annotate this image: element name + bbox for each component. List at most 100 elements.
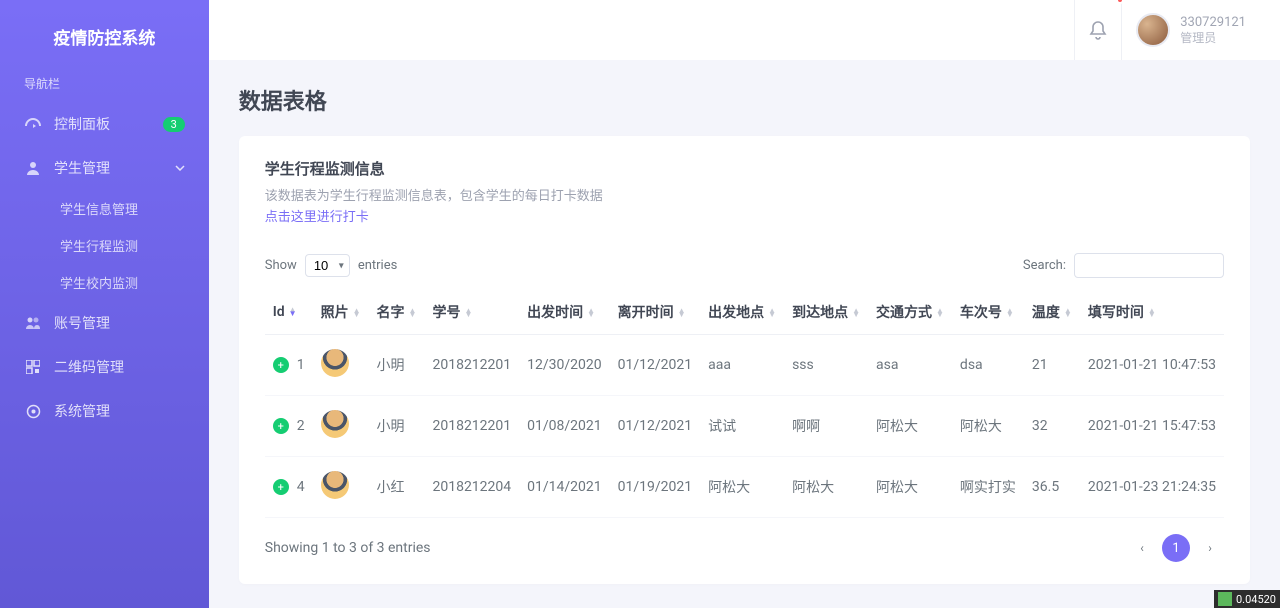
column-header[interactable]: 出发地点▲▼ bbox=[700, 290, 784, 335]
student-submenu: 学生信息管理 学生行程监测 学生校内监测 bbox=[0, 190, 209, 301]
column-header[interactable]: 离开时间▲▼ bbox=[610, 290, 701, 335]
pagination: ‹ 1 › bbox=[1128, 534, 1224, 562]
card-title: 学生行程监测信息 bbox=[265, 158, 1224, 179]
cell-trans: 阿松大 bbox=[868, 457, 952, 518]
cell-name: 小明 bbox=[369, 335, 425, 396]
user-role: 管理员 bbox=[1180, 31, 1246, 45]
sort-icon: ▲▼ bbox=[464, 309, 472, 317]
sort-icon: ▲▼ bbox=[852, 309, 860, 317]
card-subtitle: 该数据表为学生行程监测信息表，包含学生的每日打卡数据 bbox=[265, 185, 1224, 204]
sub-item-student-travel[interactable]: 学生行程监测 bbox=[36, 227, 209, 264]
cell-to: 阿松大 bbox=[784, 457, 868, 518]
column-header[interactable]: 到达地点▲▼ bbox=[784, 290, 868, 335]
page-prev[interactable]: ‹ bbox=[1128, 534, 1156, 562]
cell-time: 2021-01-23 21:24:35 bbox=[1080, 457, 1224, 518]
data-table: Id▲▼照片▲▼名字▲▼学号▲▼出发时间▲▼离开时间▲▼出发地点▲▼到达地点▲▼… bbox=[265, 290, 1224, 518]
column-header[interactable]: 学号▲▼ bbox=[424, 290, 519, 335]
sidebar-item-student[interactable]: 学生管理 bbox=[0, 146, 209, 190]
sort-icon: ▲▼ bbox=[1064, 309, 1072, 317]
page-number[interactable]: 1 bbox=[1162, 534, 1190, 562]
sub-item-student-info[interactable]: 学生信息管理 bbox=[36, 190, 209, 227]
student-photo bbox=[321, 471, 349, 499]
badge: 3 bbox=[163, 117, 185, 132]
column-header[interactable]: 交通方式▲▼ bbox=[868, 290, 952, 335]
page-title: 数据表格 bbox=[239, 84, 1250, 116]
cell-temp: 21 bbox=[1024, 335, 1080, 396]
table-row: +2小明201821220101/08/202101/12/2021试试啊啊阿松… bbox=[265, 396, 1224, 457]
bell-icon bbox=[1089, 20, 1107, 40]
perf-value: 0.04520 bbox=[1236, 593, 1276, 606]
cell-id: +4 bbox=[265, 457, 313, 518]
notifications-button[interactable] bbox=[1074, 0, 1121, 60]
cell-depart: 01/08/2021 bbox=[519, 396, 610, 457]
search-input[interactable] bbox=[1074, 253, 1224, 278]
cell-sid: 2018212201 bbox=[424, 335, 519, 396]
cell-depart: 01/14/2021 bbox=[519, 457, 610, 518]
column-header[interactable]: 照片▲▼ bbox=[313, 290, 369, 335]
sort-icon: ▲▼ bbox=[936, 309, 944, 317]
cell-sid: 2018212201 bbox=[424, 396, 519, 457]
expand-button[interactable]: + bbox=[273, 418, 289, 434]
sort-icon: ▲▼ bbox=[409, 309, 417, 317]
cell-time: 2021-01-21 15:47:53 bbox=[1080, 396, 1224, 457]
topbar: 330729121 管理员 bbox=[209, 0, 1280, 60]
brand: 疫情防控系统 bbox=[0, 0, 209, 69]
sidebar: 疫情防控系统 导航栏 控制面板 3 学生管理 学生信息管理 学生行程监测 学生校… bbox=[0, 0, 209, 608]
sidebar-item-account[interactable]: 账号管理 bbox=[0, 301, 209, 345]
cell-trans: 阿松大 bbox=[868, 396, 952, 457]
entries-select[interactable]: 10 bbox=[305, 254, 350, 277]
checkin-link[interactable]: 点击这里进行打卡 bbox=[265, 210, 369, 225]
gear-icon bbox=[24, 404, 42, 419]
cell-to: 啊啊 bbox=[784, 396, 868, 457]
cell-photo bbox=[313, 335, 369, 396]
sidebar-item-qrcode[interactable]: 二维码管理 bbox=[0, 345, 209, 389]
cell-photo bbox=[313, 396, 369, 457]
entries-label: entries bbox=[358, 258, 398, 273]
dashboard-icon bbox=[24, 118, 42, 130]
sidebar-item-label: 学生管理 bbox=[54, 158, 110, 178]
sidebar-item-label: 账号管理 bbox=[54, 313, 110, 333]
column-header[interactable]: 填写时间▲▼ bbox=[1080, 290, 1224, 335]
sidebar-item-label: 系统管理 bbox=[54, 401, 110, 421]
cell-id: +2 bbox=[265, 396, 313, 457]
column-header[interactable]: 出发时间▲▼ bbox=[519, 290, 610, 335]
cell-leave: 01/12/2021 bbox=[610, 396, 701, 457]
sort-icon: ▲▼ bbox=[1148, 309, 1156, 317]
chevron-down-icon bbox=[175, 165, 185, 171]
nav-section-label: 导航栏 bbox=[0, 69, 209, 102]
student-photo bbox=[321, 410, 349, 438]
cell-train: 阿松大 bbox=[952, 396, 1024, 457]
cell-time: 2021-01-21 10:47:53 bbox=[1080, 335, 1224, 396]
expand-button[interactable]: + bbox=[273, 479, 289, 495]
cell-temp: 32 bbox=[1024, 396, 1080, 457]
column-header[interactable]: 名字▲▼ bbox=[369, 290, 425, 335]
sub-item-student-campus[interactable]: 学生校内监测 bbox=[36, 264, 209, 301]
cell-from: aaa bbox=[700, 335, 784, 396]
table-row: +1小明201821220112/30/202001/12/2021aaasss… bbox=[265, 335, 1224, 396]
sidebar-item-dashboard[interactable]: 控制面板 3 bbox=[0, 102, 209, 146]
cell-leave: 01/12/2021 bbox=[610, 335, 701, 396]
cell-photo bbox=[313, 457, 369, 518]
sort-icon: ▲▼ bbox=[353, 309, 361, 317]
cell-train: 啊实打实 bbox=[952, 457, 1024, 518]
sort-icon: ▲▼ bbox=[678, 309, 686, 317]
column-header[interactable]: Id▲▼ bbox=[265, 290, 313, 335]
sidebar-item-system[interactable]: 系统管理 bbox=[0, 389, 209, 433]
cell-leave: 01/19/2021 bbox=[610, 457, 701, 518]
user-icon bbox=[24, 161, 42, 175]
expand-button[interactable]: + bbox=[273, 357, 289, 373]
cell-sid: 2018212204 bbox=[424, 457, 519, 518]
table-info: Showing 1 to 3 of 3 entries bbox=[265, 540, 431, 556]
column-header[interactable]: 车次号▲▼ bbox=[952, 290, 1024, 335]
sort-icon: ▲▼ bbox=[1006, 309, 1014, 317]
qrcode-icon bbox=[24, 360, 42, 374]
cell-name: 小红 bbox=[369, 457, 425, 518]
user-id: 330729121 bbox=[1180, 15, 1246, 31]
cell-train: dsa bbox=[952, 335, 1024, 396]
cell-from: 阿松大 bbox=[700, 457, 784, 518]
cell-depart: 12/30/2020 bbox=[519, 335, 610, 396]
column-header[interactable]: 温度▲▼ bbox=[1024, 290, 1080, 335]
length-control: Show 10 ▾ entries bbox=[265, 254, 398, 277]
user-menu[interactable]: 330729121 管理员 bbox=[1121, 0, 1260, 60]
page-next[interactable]: › bbox=[1196, 534, 1224, 562]
